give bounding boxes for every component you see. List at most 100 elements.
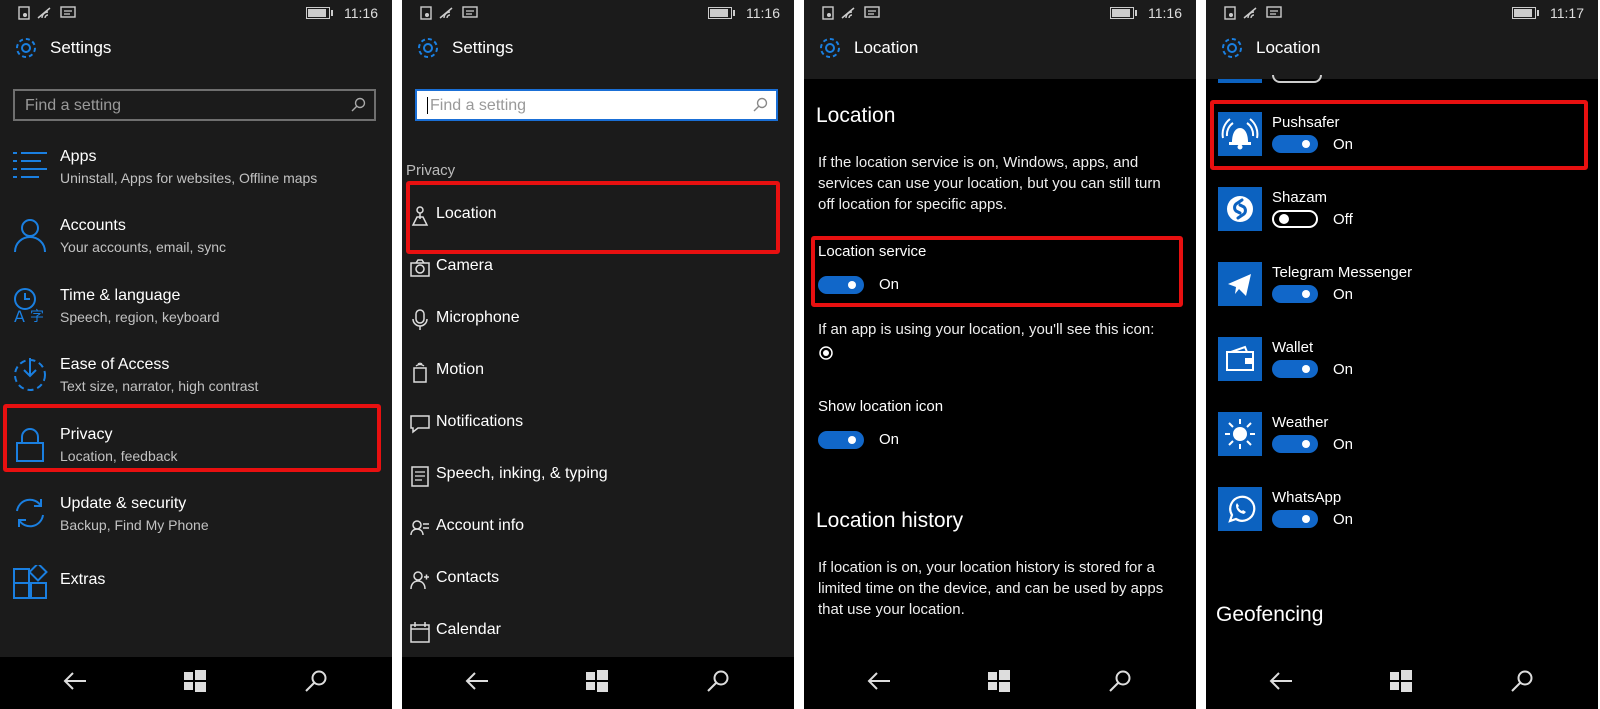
item-title: Notifications: [436, 413, 524, 430]
item-subtitle: Speech, region, keyboard: [60, 309, 220, 325]
whatsapp-toggle[interactable]: [1272, 510, 1318, 528]
battery-icon: [708, 7, 735, 19]
toggle-state: On: [1333, 436, 1354, 453]
windows-icon[interactable]: [988, 670, 1010, 692]
icon-note: If an app is using your location, you'll…: [818, 321, 1155, 338]
calendar-icon: [410, 622, 430, 643]
item-title: Camera: [436, 257, 493, 274]
search-input[interactable]: Find a setting: [415, 89, 778, 121]
page-header: Settings: [12, 34, 111, 62]
privacy-item-contacts[interactable]: Contacts: [402, 563, 794, 607]
wallet-toggle[interactable]: [1272, 360, 1318, 378]
search-icon[interactable]: [752, 97, 768, 113]
battery-icon: [1512, 7, 1539, 19]
show-location-icon-toggle[interactable]: [818, 431, 864, 449]
microphone-icon: [412, 309, 428, 330]
search-input[interactable]: Find a setting: [13, 89, 376, 121]
highlight-box: [3, 404, 381, 472]
item-title: Motion: [436, 361, 485, 378]
item-subtitle: Backup, Find My Phone: [60, 517, 209, 533]
location-description: If the location service is on, Windows, …: [818, 154, 1161, 213]
search-placeholder: Find a setting: [25, 97, 122, 114]
app-name: Shazam: [1272, 189, 1328, 206]
page-header: Location: [1218, 34, 1320, 62]
item-title: Time & language: [60, 287, 181, 304]
highlight-box: [1210, 100, 1588, 170]
search-icon[interactable]: [350, 97, 366, 113]
item-title: Apps: [60, 148, 97, 165]
back-icon[interactable]: [62, 670, 88, 692]
section-heading: Location history: [816, 509, 964, 532]
app-name: Wallet: [1272, 339, 1314, 356]
search-placeholder: Find a setting: [430, 97, 527, 114]
privacy-item-motion[interactable]: Motion: [402, 355, 794, 399]
privacy-item-calendar[interactable]: Calendar: [402, 615, 794, 659]
toggle-state: On: [1333, 361, 1354, 378]
settings-panel: 11:16 Settings Find a setting Apps Unins…: [0, 0, 392, 709]
privacy-item-speech[interactable]: Speech, inking, & typing: [402, 459, 794, 503]
settings-item-apps[interactable]: Apps Uninstall, Apps for websites, Offli…: [0, 140, 392, 206]
show-location-icon-label: Show location icon: [818, 398, 944, 415]
clock: 11:17: [1550, 5, 1584, 21]
navigation-bar: [1206, 657, 1598, 709]
back-icon[interactable]: [464, 670, 490, 692]
privacy-item-camera[interactable]: Camera: [402, 251, 794, 295]
location-status-icon: [18, 6, 30, 20]
weather-icon: [1218, 412, 1262, 456]
signal-icon: [841, 7, 855, 19]
back-icon[interactable]: [866, 670, 892, 692]
settings-item-accounts[interactable]: Accounts Your accounts, email, sync: [0, 209, 392, 275]
settings-item-time-language[interactable]: A字 Time & language Speech, region, keybo…: [0, 279, 392, 345]
location-panel: 11:16 Location Location If the location …: [804, 0, 1196, 709]
status-bar: 11:16: [804, 0, 1196, 28]
time-language-icon: A字: [14, 288, 44, 323]
toggle-state: On: [879, 431, 900, 448]
navigation-bar: [804, 657, 1196, 709]
extras-icon: [13, 565, 48, 599]
item-title: Extras: [60, 571, 106, 588]
settings-item-update-security[interactable]: Update & security Backup, Find My Phone: [0, 487, 392, 553]
back-icon[interactable]: [1268, 670, 1294, 692]
motion-icon: [413, 362, 427, 383]
item-subtitle: Text size, narrator, high contrast: [60, 378, 259, 394]
refresh-icon: [16, 498, 44, 528]
search-icon[interactable]: [1511, 670, 1533, 692]
item-title: Calendar: [436, 621, 501, 638]
windows-icon[interactable]: [1390, 670, 1412, 692]
navigation-bar: [0, 657, 392, 709]
windows-icon[interactable]: [184, 670, 206, 692]
message-icon: [462, 6, 478, 18]
app-name: WhatsApp: [1272, 489, 1342, 506]
toggle-state: On: [1333, 286, 1354, 303]
privacy-item-notifications[interactable]: Notifications: [402, 407, 794, 451]
search-icon[interactable]: [707, 670, 729, 692]
search-icon[interactable]: [305, 670, 327, 692]
search-icon[interactable]: [1109, 670, 1131, 692]
weather-toggle[interactable]: [1272, 435, 1318, 453]
item-title: Update & security: [60, 495, 187, 512]
gear-icon: [1222, 38, 1242, 58]
toggle-state: Off: [1333, 211, 1353, 228]
shazam-toggle[interactable]: [1272, 210, 1318, 228]
item-title: Account info: [436, 517, 525, 534]
person-icon: [14, 219, 46, 253]
ease-of-access-icon: [14, 358, 46, 391]
telegram-toggle[interactable]: [1272, 285, 1318, 303]
account-info-icon: [410, 520, 429, 536]
svg-text:字: 字: [30, 309, 44, 323]
windows-icon[interactable]: [586, 670, 608, 692]
message-icon: [60, 6, 76, 18]
navigation-bar: [402, 657, 794, 709]
telegram-icon: [1218, 262, 1262, 306]
app-icon-partial: [1218, 79, 1262, 83]
gear-icon: [16, 38, 36, 58]
item-subtitle: Uninstall, Apps for websites, Offline ma…: [60, 170, 318, 186]
page-header: Settings: [414, 34, 513, 62]
settings-item-extras[interactable]: Extras: [0, 557, 392, 623]
privacy-item-account-info[interactable]: Account info: [402, 511, 794, 555]
page-title: Location: [854, 38, 919, 57]
page-header: Location: [816, 34, 918, 62]
privacy-item-microphone[interactable]: Microphone: [402, 303, 794, 347]
item-title: Microphone: [436, 309, 520, 326]
clock: 11:16: [746, 5, 780, 21]
